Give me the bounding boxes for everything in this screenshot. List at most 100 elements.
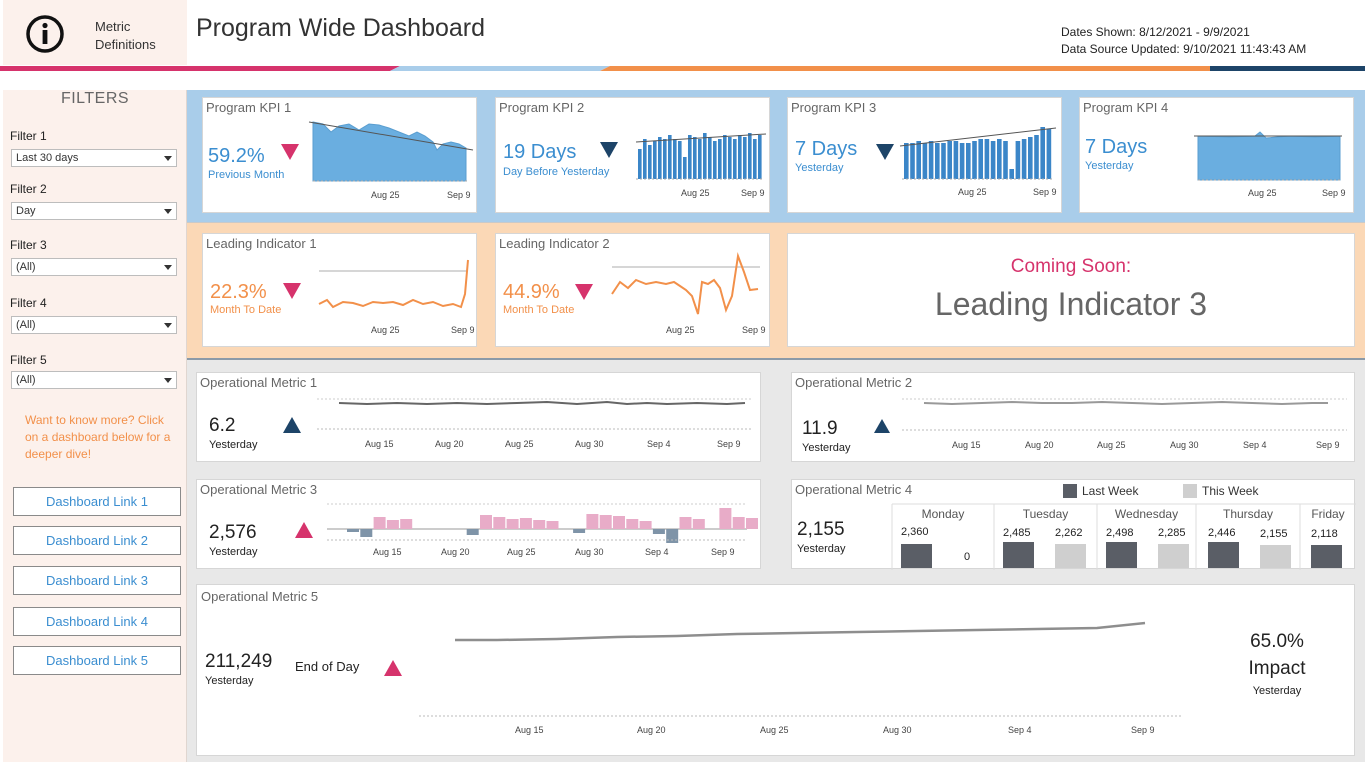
day-header-wednesday: Wednesday: [1114, 507, 1179, 521]
chevron-down-icon: [164, 209, 172, 214]
filter-3-value: (All): [16, 261, 36, 273]
filter-5-value: (All): [16, 374, 36, 386]
kpi-3-bar: [972, 141, 977, 179]
kpi-2-tick-1: Aug 25: [681, 188, 710, 198]
dashboard-link-4[interactable]: Dashboard Link 4: [13, 607, 181, 636]
op-metric-5-tick-5: Sep 4: [1008, 725, 1032, 735]
monday-last-value: 2,360: [901, 526, 929, 538]
op-metric-5-tick-3: Aug 25: [760, 725, 789, 735]
kpi-3-bar: [947, 141, 952, 179]
kpi-2-bar: [738, 135, 742, 179]
dashboard-link-5[interactable]: Dashboard Link 5: [13, 646, 181, 675]
kpi-3-bar: [959, 143, 965, 179]
kpi-3-bar: [928, 141, 934, 179]
op-metric-1-tick-3: Aug 25: [505, 439, 534, 449]
op-metric-5-line: [455, 621, 1146, 642]
kpi-2-bar: [743, 137, 747, 179]
op-metric-3-card[interactable]: Operational Metric 3 2,576 Yesterday Aug…: [196, 479, 761, 569]
leading-1-card[interactable]: Leading Indicator 1 22.3% Month To Date …: [202, 233, 477, 347]
dashboard-link-1[interactable]: Dashboard Link 1: [13, 487, 181, 516]
dashboard-link-2[interactable]: Dashboard Link 2: [13, 526, 181, 555]
op-metric-3-bar: [692, 519, 705, 529]
kpi-3-bar: [997, 139, 1002, 179]
filter-5-select[interactable]: (All): [11, 371, 177, 389]
leading-3-card: Coming Soon: Leading Indicator 3: [787, 233, 1355, 347]
kpi-3-bar: [1009, 169, 1014, 179]
op-metric-3-bar: [719, 508, 732, 529]
filter-4-select[interactable]: (All): [11, 316, 177, 334]
filter-sidebar: FILTERS Filter 1 Last 30 days Filter 2 D…: [3, 90, 187, 762]
filter-4-label: Filter 4: [10, 296, 47, 310]
op-metric-4-card[interactable]: Operational Metric 4 2,155 Yesterday Las…: [791, 479, 1356, 570]
op-metric-5-tick-6: Sep 9: [1131, 725, 1155, 735]
dashboard-root: Metric Definitions Program Wide Dashboar…: [0, 0, 1365, 762]
impact-value: 65.0%: [1250, 631, 1304, 652]
filter-2-select[interactable]: Day: [11, 202, 177, 220]
op-metric-1-tick-5: Sep 4: [647, 439, 671, 449]
leading-2-card[interactable]: Leading Indicator 2 44.9% Month To Date …: [495, 233, 770, 347]
op-metric-3-chart: Aug 15 Aug 20 Aug 25 Aug 30 Sep 4 Sep 9: [327, 503, 758, 557]
info-label-line1: Metric: [95, 19, 131, 34]
op-metric-3-bar: [573, 529, 586, 533]
filter-1-label: Filter 1: [10, 129, 47, 143]
op-metric-4-bar: [901, 544, 932, 568]
kpi-4-tick-2: Sep 9: [1322, 188, 1346, 198]
filter-5-label: Filter 5: [10, 353, 47, 367]
kpi-2-bar: [703, 133, 707, 179]
op-metric-4-bar: [1055, 544, 1086, 568]
op-metric-1-tick-4: Aug 30: [575, 439, 604, 449]
op-metric-3-bar: [506, 519, 519, 529]
kpi-3-card[interactable]: Program KPI 3 7 Days Yesterday Aug 25 Se…: [787, 97, 1062, 213]
op-metric-5-chart: Aug 15 Aug 20 Aug 25 Aug 30 Sep 4 Sep 9: [419, 621, 1182, 735]
op-metric-3-bar: [360, 529, 373, 537]
op-metric-2-chart: Aug 15 Aug 20 Aug 25 Aug 30 Sep 4 Sep 9: [902, 398, 1347, 450]
op-metric-2-tick-6: Sep 9: [1316, 440, 1340, 450]
kpi-2-bar: [638, 149, 642, 179]
filter-1-value: Last 30 days: [16, 152, 79, 164]
dashboard-link-3[interactable]: Dashboard Link 3: [13, 566, 181, 595]
metric-definitions-button[interactable]: Metric Definitions: [3, 0, 187, 65]
kpi-1-card[interactable]: Program KPI 1 59.2% Previous Month Aug 2…: [202, 97, 477, 213]
coming-soon-label: Coming Soon:: [1010, 256, 1132, 277]
day-header-friday: Friday: [1311, 507, 1345, 521]
thursday-this-value: 2,155: [1260, 528, 1288, 540]
kpi-4-area: [1197, 131, 1341, 181]
chevron-down-icon: [164, 378, 172, 383]
op-metric-1-tick-1: Aug 15: [365, 439, 394, 449]
kpi-3-bar: [904, 143, 909, 179]
kpi-2-bar: [653, 141, 657, 179]
kpi-3-bar: [916, 141, 921, 179]
op-metric-4-bar: [1311, 545, 1342, 568]
filter-1-select[interactable]: Last 30 days: [11, 149, 177, 167]
op-metric-5-card[interactable]: Operational Metric 5 211,249 Yesterday E…: [196, 584, 1355, 756]
filter-3-select[interactable]: (All): [11, 258, 177, 276]
source-updated-label: Data Source Updated:: [1061, 42, 1180, 56]
chevron-down-icon: [164, 265, 172, 270]
kpi-2-bar: [648, 145, 652, 179]
kpi-2-card[interactable]: Program KPI 2 19 Days Day Before Yesterd…: [495, 97, 770, 213]
kpi-2-bar: [748, 133, 752, 179]
info-icon: [26, 15, 64, 53]
kpi-2-tick-2: Sep 9: [741, 188, 765, 198]
op-metric-2-tick-2: Aug 20: [1025, 440, 1054, 450]
kpi-2-bar: [683, 157, 687, 179]
dates-shown: Dates Shown: 8/12/2021 - 9/9/2021: [1061, 25, 1250, 39]
chevron-down-icon: [164, 156, 172, 161]
op-metric-2-card[interactable]: Operational Metric 2 11.9 Yesterday Aug …: [791, 372, 1355, 462]
op-metric-4-bar: [1106, 542, 1137, 568]
leading-2-tick-2: Sep 9: [742, 325, 766, 335]
kpi-2-bar: [658, 137, 662, 179]
op-metric-4-bar: [1208, 542, 1239, 568]
monday-this-value: 0: [964, 551, 971, 563]
op-metric-3-tick-6: Sep 9: [711, 547, 735, 557]
op-metric-1-card[interactable]: Operational Metric 1 6.2 Yesterday Aug 1…: [196, 372, 761, 462]
filter-4-value: (All): [16, 319, 36, 331]
thursday-last-value: 2,446: [1208, 527, 1236, 539]
impact-label: Impact: [1248, 658, 1306, 679]
op-metric-5-tick-2: Aug 20: [637, 725, 666, 735]
op-metric-1-chart: Aug 15 Aug 20 Aug 25 Aug 30 Sep 4 Sep 9: [317, 398, 752, 449]
kpi-3-bar: [1046, 129, 1052, 179]
op-metric-3-bar: [493, 517, 506, 529]
kpi-3-bar: [953, 141, 959, 179]
kpi-4-card[interactable]: Program KPI 4 7 Days Yesterday Aug 25 Se…: [1079, 97, 1354, 213]
